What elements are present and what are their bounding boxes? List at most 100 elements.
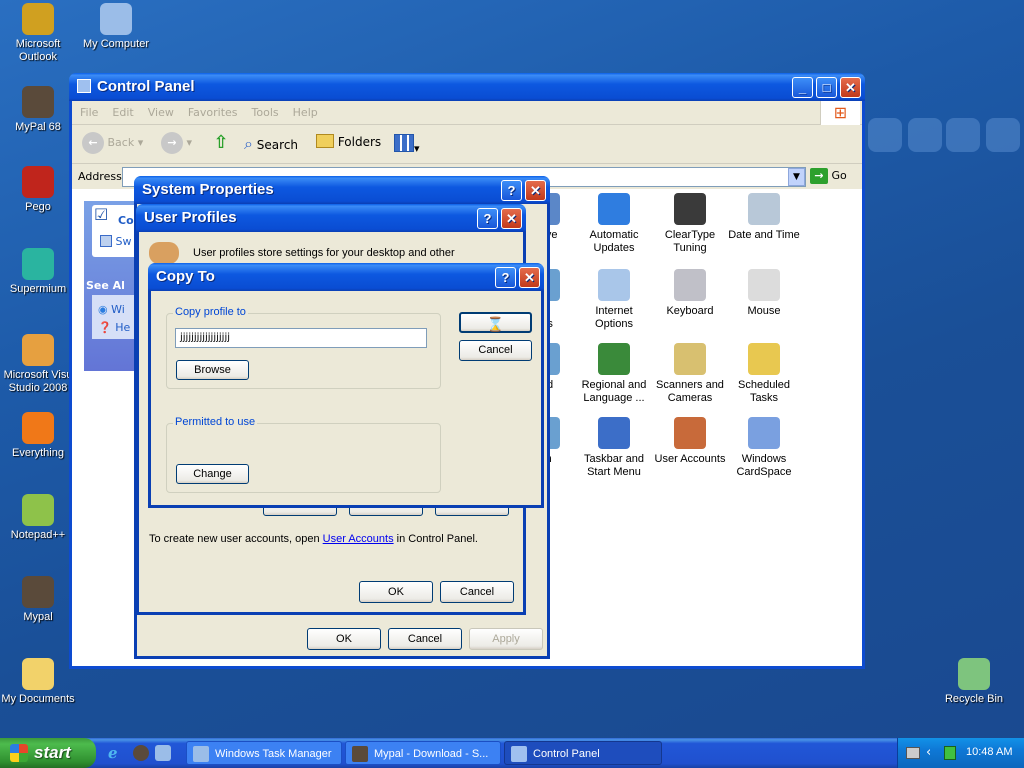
keyboard-tray-icon[interactable] <box>906 747 920 759</box>
battery-tray-icon[interactable] <box>944 746 956 760</box>
maximize-button[interactable]: □ <box>816 77 837 98</box>
control-panel-titlebar[interactable]: Control Panel _ □ ✕ <box>69 73 865 101</box>
control-panel-item-label: Automatic Updates <box>589 229 639 254</box>
control-panel-item[interactable]: Windows CardSpace <box>726 417 802 479</box>
up-folder-icon[interactable]: ⇧ <box>210 132 232 154</box>
desktop-icon[interactable]: Recycle Bin <box>936 658 1012 706</box>
desktop-icon[interactable]: MyPal 68 <box>0 86 76 134</box>
copy-to-cancel-button[interactable]: Cancel <box>459 340 532 361</box>
expand-tray-icon[interactable]: ‹ <box>926 745 931 760</box>
mypal-icon <box>352 746 368 762</box>
ok-button-hourglass[interactable]: ⌛ <box>459 312 532 333</box>
control-panel-item[interactable]: Internet Options <box>576 269 652 331</box>
notepadpp-icon <box>22 494 54 526</box>
control-panel-item[interactable]: Date and Time <box>726 193 802 242</box>
see-also-heading: See Al <box>86 279 125 292</box>
control-panel-item[interactable]: Taskbar and Start Menu <box>576 417 652 479</box>
system-properties-titlebar[interactable]: System Properties ? ✕ <box>134 176 550 204</box>
mypal-quicklaunch-icon[interactable] <box>133 745 149 761</box>
user-profiles-ok-button[interactable]: OK <box>359 581 433 603</box>
clock[interactable]: 10:48 AM <box>966 746 1012 758</box>
close-button[interactable]: ✕ <box>840 77 861 98</box>
control-panel-item[interactable]: ClearType Tuning <box>652 193 728 255</box>
address-dropdown-icon[interactable]: ▼ <box>788 168 805 186</box>
switch-view-link[interactable]: Sw <box>100 235 131 248</box>
desktop-icon[interactable]: Microsoft Visu Studio 2008 <box>0 334 76 395</box>
close-button[interactable]: ✕ <box>525 180 546 201</box>
start-button[interactable]: start <box>0 738 96 768</box>
desktop-icon-label: Recycle Bin <box>944 693 1004 705</box>
user-profiles-titlebar[interactable]: User Profiles ? ✕ <box>136 204 526 232</box>
menu-item[interactable]: Tools <box>252 106 279 119</box>
desktop-icon-label: My Computer <box>82 38 150 50</box>
windows-update-link[interactable]: ◉ Wi <box>98 303 125 316</box>
copy-profile-path-input[interactable]: jjjjjjjjjjjjjjjjjj <box>175 328 427 348</box>
desktop-icon[interactable]: Everything <box>0 412 76 460</box>
windows-logo-icon: ⊞ <box>820 101 860 125</box>
desktop-icon-label: My Documents <box>1 693 75 705</box>
control-panel-item-icon <box>748 343 780 375</box>
visual-studio-icon <box>22 334 54 366</box>
desktop-icon[interactable]: Supermium <box>0 248 76 296</box>
desktop-icon[interactable]: Microsoft Outlook <box>0 3 76 64</box>
user-profiles-cancel-button[interactable]: Cancel <box>440 581 514 603</box>
system-properties-cancel-button[interactable]: Cancel <box>388 628 462 650</box>
menu-item[interactable]: Edit <box>112 106 133 119</box>
menu-item[interactable]: Help <box>293 106 318 119</box>
help-support-link[interactable]: ❓ He <box>98 321 130 334</box>
red-ball-icon <box>22 166 54 198</box>
desktop-icon[interactable]: My Computer <box>78 3 154 51</box>
internet-explorer-icon[interactable]: ℯ <box>108 744 118 762</box>
taskbar-task-manager[interactable]: Windows Task Manager <box>186 741 342 765</box>
control-panel-item[interactable]: Automatic Updates <box>576 193 652 255</box>
desktop-icon[interactable]: My Documents <box>0 658 76 706</box>
recycle-bin-icon <box>958 658 990 690</box>
taskbar-control-panel[interactable]: Control Panel <box>504 741 662 765</box>
close-button[interactable]: ✕ <box>519 267 540 288</box>
desktop-wallpaper-tile <box>908 118 942 152</box>
control-panel-check-icon: ☑ <box>94 205 109 224</box>
help-button[interactable]: ? <box>477 208 498 229</box>
user-accounts-link[interactable]: User Accounts <box>323 533 394 545</box>
search-button[interactable]: ⌕ Search <box>244 134 298 154</box>
menu-item[interactable]: Favorites <box>188 106 238 119</box>
back-button[interactable]: ← Back ▾ <box>82 132 143 154</box>
views-button[interactable]: ▾ <box>394 134 424 155</box>
change-button[interactable]: Change <box>176 464 249 484</box>
taskbar-mypal-download[interactable]: Mypal - Download - S... <box>345 741 501 765</box>
desktop-icon[interactable]: Pego <box>0 166 76 214</box>
everything-icon <box>22 412 54 444</box>
menu-item[interactable]: View <box>148 106 174 119</box>
desktop-icon-label: Mypal <box>23 611 53 623</box>
control-panel-item[interactable]: Regional and Language ... <box>576 343 652 405</box>
close-button[interactable]: ✕ <box>501 208 522 229</box>
forward-button[interactable]: → ▾ <box>161 132 192 154</box>
address-label: Address <box>78 170 122 183</box>
menu-item[interactable]: File <box>80 106 98 119</box>
help-button[interactable]: ? <box>501 180 522 201</box>
system-properties-ok-button[interactable]: OK <box>307 628 381 650</box>
show-desktop-icon[interactable] <box>155 745 171 761</box>
folders-label: Folders <box>337 135 382 149</box>
browse-button[interactable]: Browse <box>176 360 249 380</box>
desktop-icon[interactable]: Mypal <box>0 576 76 624</box>
folders-button[interactable]: Folders <box>316 134 381 149</box>
minimize-button[interactable]: _ <box>792 77 813 98</box>
copy-to-titlebar[interactable]: Copy To ? ✕ <box>148 263 544 291</box>
control-panel-item[interactable]: Mouse <box>726 269 802 318</box>
control-panel-item-icon <box>598 193 630 225</box>
control-panel-item-icon <box>748 417 780 449</box>
control-panel-item[interactable]: User Accounts <box>652 417 728 466</box>
go-button[interactable]: → Go <box>810 168 847 184</box>
system-properties-apply-button[interactable]: Apply <box>469 628 543 650</box>
copy-profile-label: Copy profile to <box>173 306 248 318</box>
help-icon: ❓ <box>98 321 112 334</box>
desktop-icon[interactable]: Notepad++ <box>0 494 76 542</box>
control-panel-item-label: Mouse <box>747 305 781 317</box>
help-button[interactable]: ? <box>495 267 516 288</box>
switch-view-label: Sw <box>115 235 132 248</box>
views-icon <box>394 134 414 152</box>
control-panel-item[interactable]: Scheduled Tasks <box>726 343 802 405</box>
control-panel-item[interactable]: Keyboard <box>652 269 728 318</box>
control-panel-item[interactable]: Scanners and Cameras <box>652 343 728 405</box>
